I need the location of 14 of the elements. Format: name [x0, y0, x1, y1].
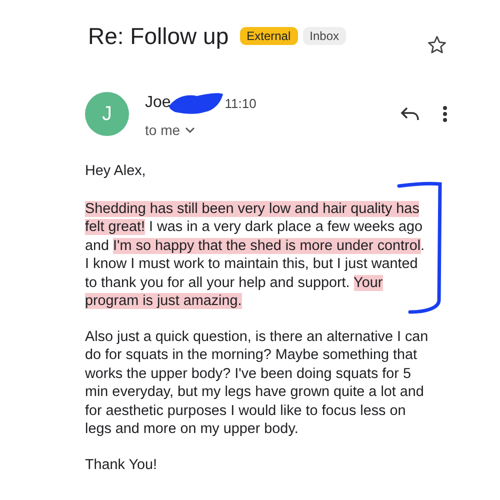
signoff-text: Thank You! [85, 456, 158, 474]
reply-icon[interactable] [400, 106, 420, 122]
message-paragraph: Also just a quick question, is there an alternative I can do for squats in the morning? Maybe something that works the upper body? I've been doing squats for 5 min everyday, but my legs have grown quite a lot and for aesthetic purposes I would like to focus less on legs and more on my upper body. [85, 328, 430, 438]
email-subject: Re: Follow up [88, 22, 229, 50]
label-tag[interactable]: Inbox [302, 27, 346, 45]
chevron-down-icon[interactable] [185, 126, 196, 134]
sender-name: Joe [145, 94, 171, 112]
greeting-text: Hey Alex, [85, 162, 147, 180]
recipient-text: to me [145, 122, 180, 138]
more-options-icon[interactable] [442, 105, 448, 123]
message-time: 11:10 [224, 96, 256, 110]
label-tag[interactable]: External [240, 27, 298, 45]
star-icon[interactable] [426, 34, 448, 56]
message-paragraph: Shedding has still been very low and hair quality has felt great! I was in a very dark place a few weeks ago and I'm so happy that the shed is more under control. I know I must work to maintain this, but I just wanted to thank you for all your help and support. Your program is just amazing. [85, 200, 426, 310]
